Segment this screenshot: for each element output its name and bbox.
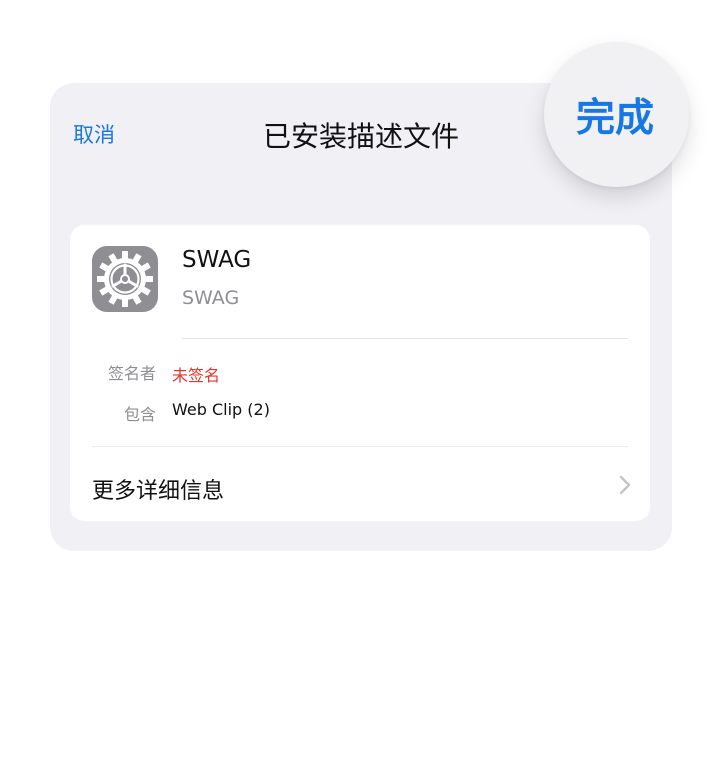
done-label: 完成 <box>575 95 654 141</box>
chevron-right-icon <box>619 475 631 495</box>
done-button[interactable]: 完成 <box>544 42 689 187</box>
profile-subtitle: SWAG <box>182 287 240 309</box>
more-details-row[interactable]: 更多详细信息 <box>70 447 650 521</box>
signer-label: 签名者 <box>107 364 156 383</box>
profile-name: SWAG <box>182 247 252 273</box>
contains-label: 包含 <box>123 405 156 424</box>
signer-value: 未签名 <box>172 366 221 385</box>
more-details-label: 更多详细信息 <box>92 479 225 504</box>
divider <box>182 338 628 339</box>
settings-gear-icon <box>92 246 158 312</box>
contains-value: Web Clip (2) <box>172 400 270 419</box>
profile-card: SWAG SWAG 签名者 未签名 包含 Web Clip (2) 更多详细信息 <box>70 225 650 521</box>
